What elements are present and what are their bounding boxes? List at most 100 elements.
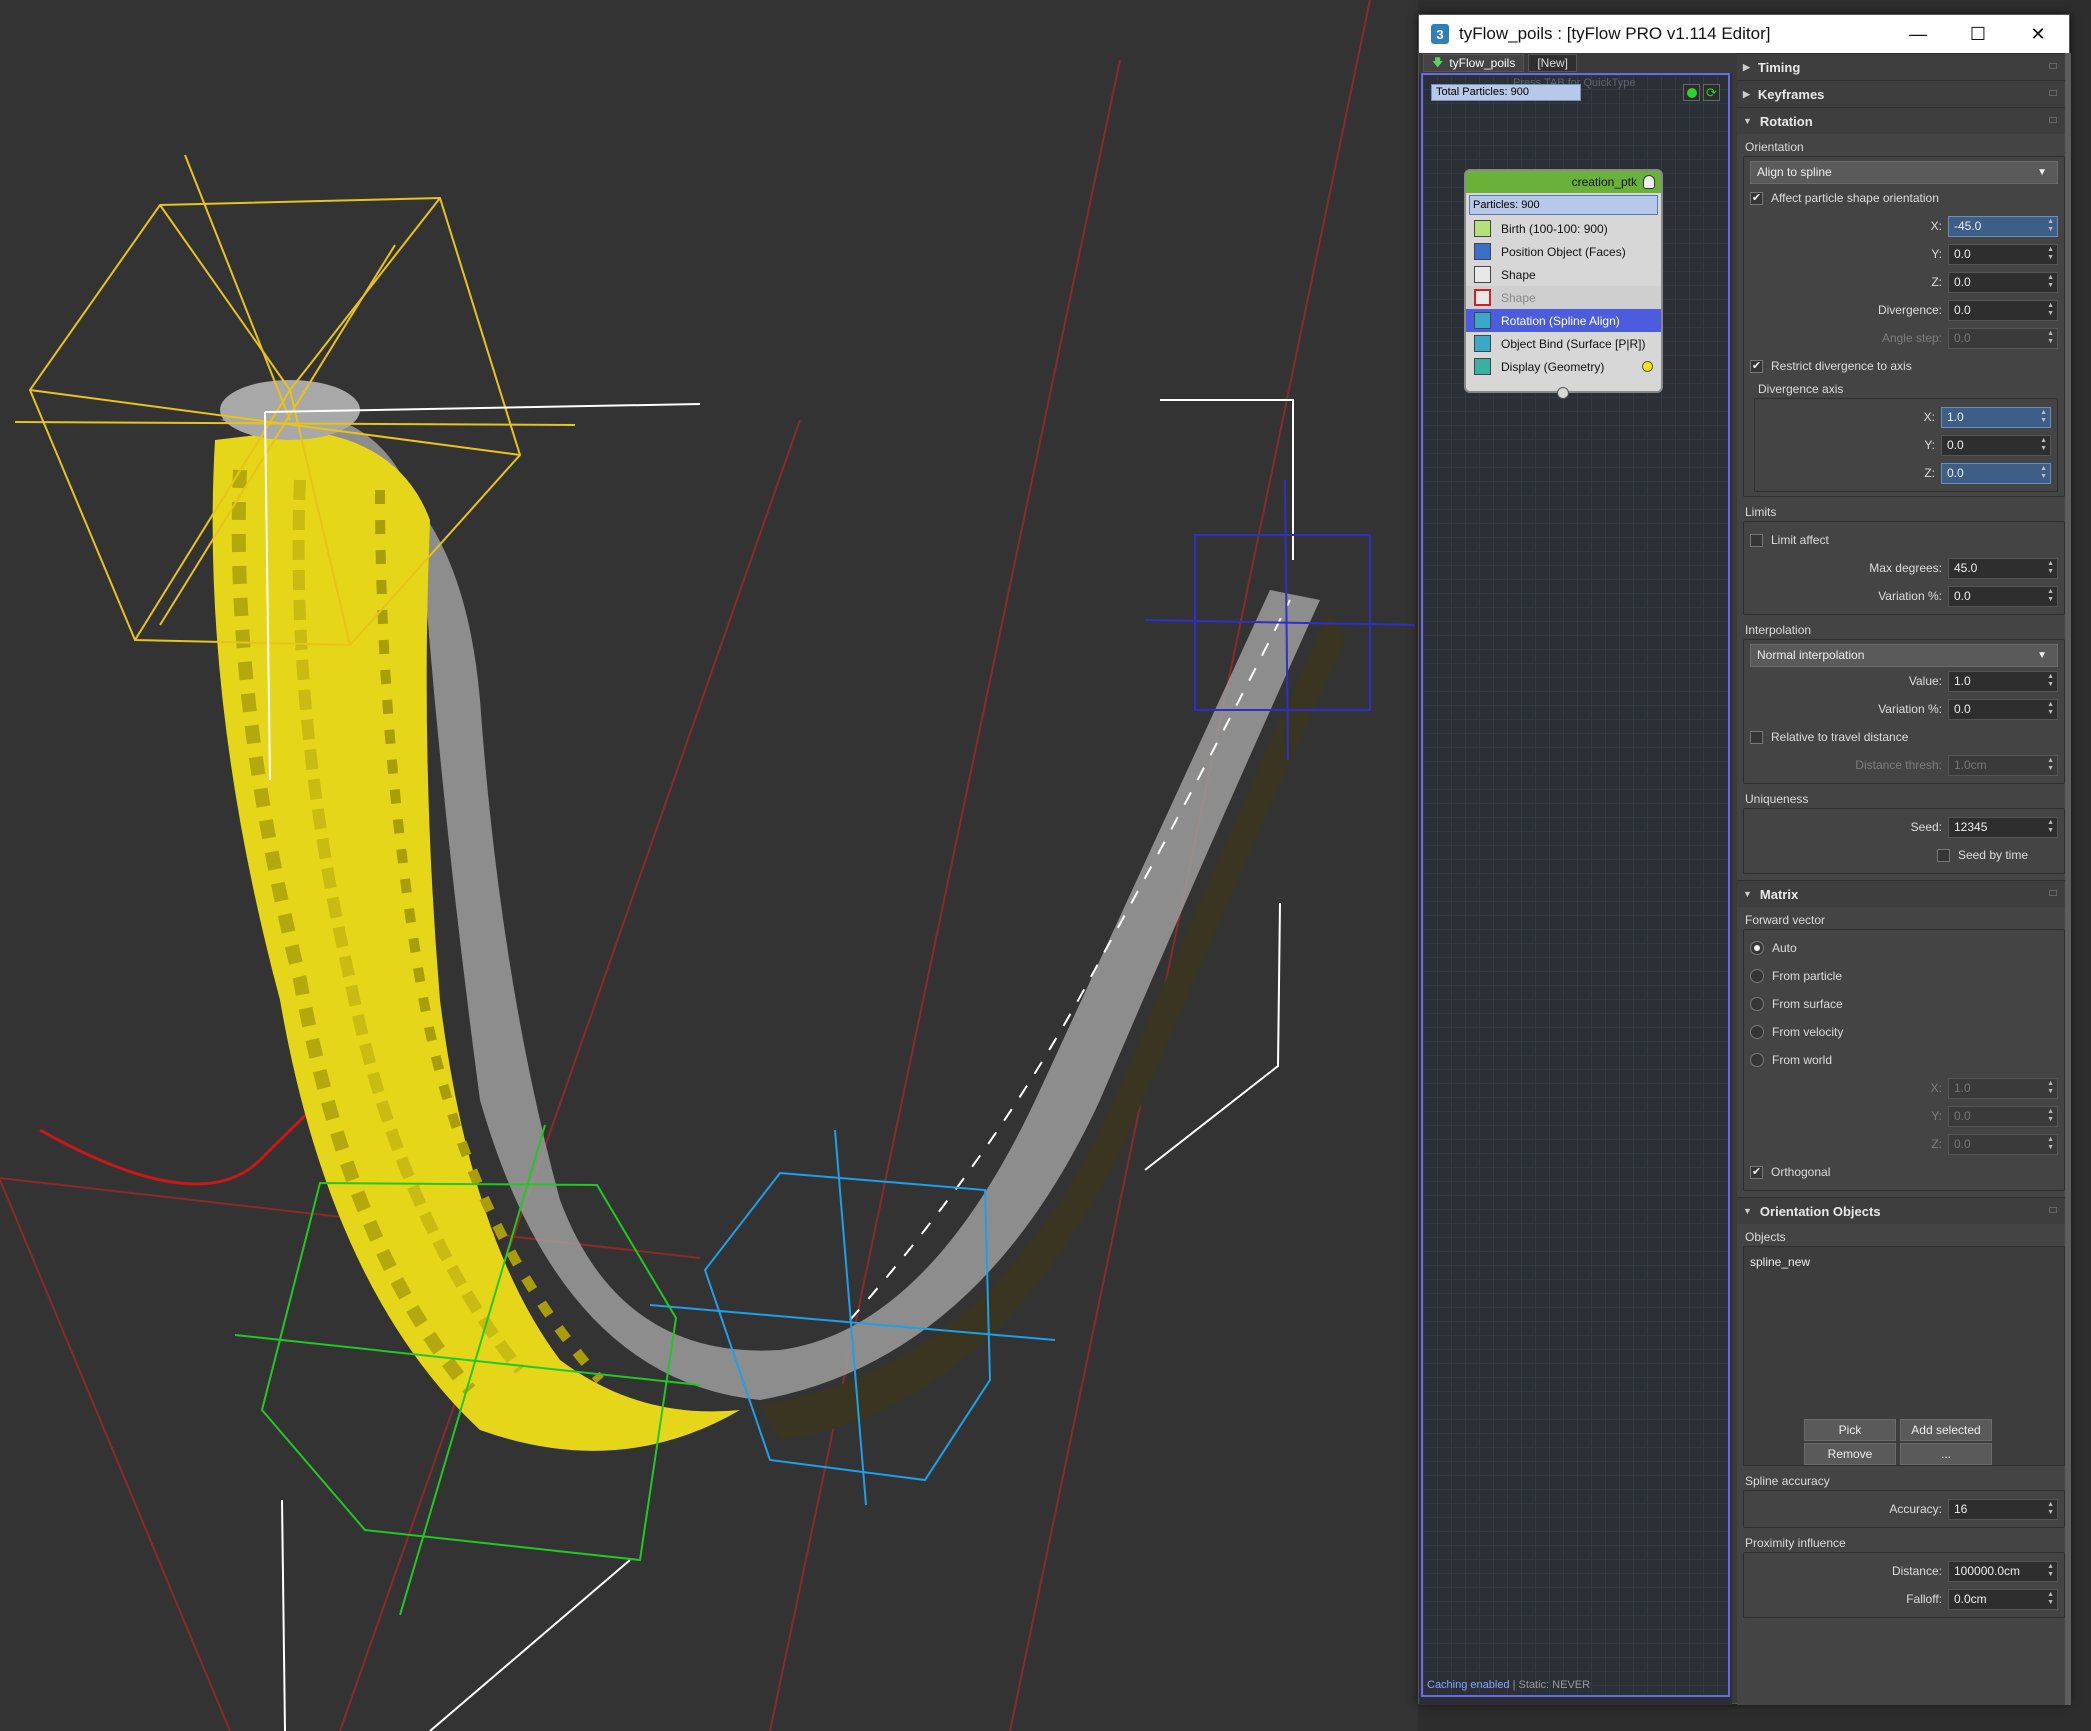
interp-value-spinner[interactable]: 1.0 ▲ ▼ xyxy=(1948,670,2058,692)
radio-from-surface[interactable]: From surface xyxy=(1750,990,2058,1018)
operator-birth[interactable]: Birth (100-100: 900) xyxy=(1466,217,1661,240)
tab-new[interactable]: [New] xyxy=(1528,54,1578,72)
lightbulb-icon[interactable] xyxy=(1643,175,1655,189)
dropdown-caret-icon: ▼ xyxy=(2037,167,2047,178)
3d-viewport[interactable] xyxy=(0,0,1418,1731)
max-degrees-spinner[interactable]: 45.0 ▲ ▼ xyxy=(1948,557,2058,579)
spinner-arrows-icon[interactable]: ▲ ▼ xyxy=(2047,1501,2054,1517)
spinner-arrows-icon[interactable]: ▲ ▼ xyxy=(2047,819,2054,835)
spinner-arrows-icon[interactable]: ▲ ▼ xyxy=(2047,274,2054,290)
y-row: Y: 0.0 ▲ ▼ xyxy=(1750,240,2058,268)
radio-button[interactable] xyxy=(1750,1025,1764,1039)
scrollbar-track[interactable] xyxy=(2065,53,2071,1705)
spinner-arrows-icon[interactable]: ▲ ▼ xyxy=(2047,673,2054,689)
operator-object-bind[interactable]: Object Bind (Surface [P|R]) xyxy=(1466,332,1661,355)
tab-tyflow-poils[interactable]: 🡇 tyFlow_poils xyxy=(1423,54,1525,72)
radio-label: From world xyxy=(1772,1053,1833,1067)
orientation-dropdown[interactable]: Align to spline ▼ xyxy=(1750,161,2058,184)
orientation-x-spinner[interactable]: -45.0 ▲ ▼ xyxy=(1948,215,2058,237)
rollout-timing[interactable]: ▶ Timing xyxy=(1737,53,2071,80)
affect-shape-checkbox[interactable]: ✔ xyxy=(1750,191,1763,205)
operator-rotation-spline-align[interactable]: Rotation (Spline Align) xyxy=(1466,309,1661,332)
restrict-divergence-checkbox[interactable]: ✔ xyxy=(1750,359,1763,373)
node-header[interactable]: creation_ptk xyxy=(1466,171,1661,193)
node-output-socket[interactable] xyxy=(1557,387,1569,399)
relative-distance-checkbox[interactable] xyxy=(1750,730,1763,744)
remove-button[interactable]: Remove xyxy=(1804,1443,1896,1465)
event-node-creation-ptk[interactable]: creation_ptk Particles: 900 Birth (100-1… xyxy=(1464,169,1663,393)
seed-by-time-checkbox[interactable] xyxy=(1936,848,1950,862)
scrollbar-thumb[interactable] xyxy=(2065,53,2071,1705)
orientation-z-spinner[interactable]: 0.0 ▲ ▼ xyxy=(1948,271,2058,293)
axis-z-spinner[interactable]: 0.0 ▲ ▼ xyxy=(1941,462,2051,484)
refresh-icon[interactable]: ⟳ xyxy=(1703,84,1720,101)
tyflow-editor-window[interactable]: 3 tyFlow_poils : [tyFlow PRO v1.114 Edit… xyxy=(1418,14,2071,1705)
uniqueness-group: Uniqueness Seed: 12345 ▲ ▼ Seed by time xyxy=(1743,790,2065,874)
pin-icon xyxy=(2049,890,2057,896)
objects-buttons-row1: Pick Add selected xyxy=(1804,1419,1992,1441)
seed-spinner[interactable]: 12345 ▲ ▼ xyxy=(1948,816,2058,838)
radio-from-particle[interactable]: From particle xyxy=(1750,962,2058,990)
accuracy-spinner[interactable]: 16 ▲ ▼ xyxy=(1948,1498,2058,1520)
orientation-y-spinner[interactable]: 0.0 ▲ ▼ xyxy=(1948,243,2058,265)
radio-button[interactable] xyxy=(1750,969,1764,983)
spinner-value: 0.0 xyxy=(1947,437,1964,452)
title-bar[interactable]: 3 tyFlow_poils : [tyFlow PRO v1.114 Edit… xyxy=(1419,15,2069,53)
radio-button[interactable] xyxy=(1750,997,1764,1011)
spinner-arrows-icon[interactable]: ▲ ▼ xyxy=(2047,560,2054,576)
operator-shape-disabled[interactable]: Shape xyxy=(1466,286,1661,309)
spinner-arrows-icon[interactable]: ▲ ▼ xyxy=(2040,465,2047,481)
interpolation-dropdown[interactable]: Normal interpolation ▼ xyxy=(1750,644,2058,667)
spinner-arrows-icon[interactable]: ▲ ▼ xyxy=(2047,218,2054,234)
radio-button[interactable] xyxy=(1750,1053,1764,1067)
falloff-spinner[interactable]: 0.0cm ▲ ▼ xyxy=(1948,1588,2058,1610)
distance-spinner[interactable]: 100000.0cm ▲ ▼ xyxy=(1948,1560,2058,1582)
close-button[interactable]: ✕ xyxy=(2009,15,2067,53)
limits-variation-spinner[interactable]: 0.0 ▲ ▼ xyxy=(1948,585,2058,607)
spinner-arrows-icon[interactable]: ▲ ▼ xyxy=(2047,1563,2054,1579)
spinner-arrows-icon[interactable]: ▲ ▼ xyxy=(2047,1591,2054,1607)
checkbox-label: Limit affect xyxy=(1771,533,1829,547)
more-button[interactable]: ... xyxy=(1900,1443,1992,1465)
radio-button[interactable] xyxy=(1750,941,1764,955)
operator-position-object[interactable]: Position Object (Faces) xyxy=(1466,240,1661,263)
operator-label: Birth (100-100: 900) xyxy=(1501,221,1608,236)
expand-arrow-icon: ▶ xyxy=(1743,88,1750,99)
radio-auto[interactable]: Auto xyxy=(1750,934,2058,962)
caching-label: Caching enabled xyxy=(1427,1679,1510,1691)
spinner-arrows-icon[interactable]: ▲ ▼ xyxy=(2040,409,2047,425)
rollout-keyframes[interactable]: ▶ Keyframes xyxy=(1737,80,2071,107)
radio-label: From particle xyxy=(1772,969,1843,983)
viewport-scene xyxy=(0,0,1416,1731)
axis-x-spinner[interactable]: 1.0 ▲ ▼ xyxy=(1941,406,2051,428)
list-item[interactable]: spline_new xyxy=(1744,1247,2064,1269)
divergence-spinner[interactable]: 0.0 ▲ ▼ xyxy=(1948,299,2058,321)
orthogonal-checkbox[interactable]: ✔ xyxy=(1750,1165,1763,1179)
rollout-rotation[interactable]: ▼ Rotation xyxy=(1737,107,2071,134)
spinner-arrows-icon[interactable]: ▲ ▼ xyxy=(2047,246,2054,262)
axis-y-spinner[interactable]: 0.0 ▲ ▼ xyxy=(1941,434,2051,456)
spinner-arrows-icon[interactable]: ▲ ▼ xyxy=(2047,588,2054,604)
rollout-orientation-objects[interactable]: ▼ Orientation Objects xyxy=(1737,1197,2071,1224)
forward-vector-box: Auto From particle From surface From vel… xyxy=(1743,929,2065,1191)
objects-listbox[interactable]: spline_new Pick Add selected Remove ... xyxy=(1743,1246,2065,1466)
operator-display[interactable]: Display (Geometry) xyxy=(1466,355,1661,378)
green-status-icon[interactable] xyxy=(1683,84,1700,101)
field-label: Falloff: xyxy=(1906,1592,1942,1606)
spinner-arrows-icon: ▲ ▼ xyxy=(2047,1107,2054,1123)
interp-variation-spinner[interactable]: 0.0 ▲ ▼ xyxy=(1948,698,2058,720)
maximize-button[interactable]: ☐ xyxy=(1949,15,2007,53)
rollout-matrix[interactable]: ▼ Matrix xyxy=(1737,880,2071,907)
flow-canvas[interactable]: Press TAB for QuickType Total Particles:… xyxy=(1421,73,1730,1697)
minimize-button[interactable]: — xyxy=(1889,15,1947,53)
limit-affect-checkbox[interactable] xyxy=(1750,533,1763,547)
spinner-arrows-icon[interactable]: ▲ ▼ xyxy=(2040,437,2047,453)
spinner-arrows-icon[interactable]: ▲ ▼ xyxy=(2047,302,2054,318)
spinner-arrows-icon[interactable]: ▲ ▼ xyxy=(2047,701,2054,717)
display-color-swatch[interactable] xyxy=(1642,361,1653,372)
add-selected-button[interactable]: Add selected xyxy=(1900,1419,1992,1441)
operator-shape[interactable]: Shape xyxy=(1466,263,1661,286)
pick-button[interactable]: Pick xyxy=(1804,1419,1896,1441)
radio-from-velocity[interactable]: From velocity xyxy=(1750,1018,2058,1046)
radio-from-world[interactable]: From world xyxy=(1750,1046,2058,1074)
